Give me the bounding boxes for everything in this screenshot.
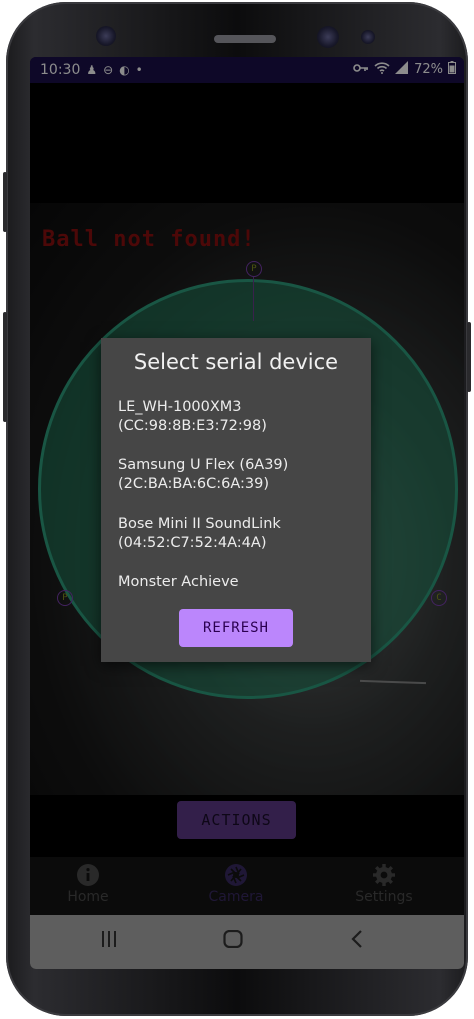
device-item[interactable]: Samsung U Flex (6A39) (2C:BA:BA:6C:6A:39… (118, 456, 288, 494)
screen: 10:30 ♟ ⊖ ◐ • 72% Ball not found! P P C … (30, 57, 464, 969)
device-address: (CC:98:8B:E3:72:98) (118, 418, 267, 434)
home-icon[interactable] (223, 929, 243, 954)
back-icon[interactable] (350, 929, 364, 954)
device-name: LE_WH-1000XM3 (118, 399, 242, 415)
proximity-sensor-icon (361, 30, 375, 44)
power-button (467, 322, 471, 392)
iris-sensor-icon (96, 26, 116, 46)
device-item[interactable]: Monster Achieve (118, 573, 239, 592)
device-item[interactable]: LE_WH-1000XM3 (CC:98:8B:E3:72:98) (118, 398, 267, 436)
bixby-button (3, 312, 7, 422)
device-name: Monster Achieve (118, 574, 239, 590)
front-camera-icon (317, 26, 339, 48)
device-item[interactable]: Bose Mini II SoundLink (04:52:C7:52:4A:4… (118, 515, 281, 553)
earpiece-speaker (214, 35, 276, 43)
recent-apps-icon[interactable] (100, 929, 118, 954)
device-name: Samsung U Flex (6A39) (118, 457, 289, 473)
device-address: (04:52:C7:52:4A:4A) (118, 535, 267, 551)
system-navigation-bar (30, 915, 464, 969)
refresh-button[interactable]: REFRESH (179, 609, 293, 647)
volume-button (3, 172, 7, 232)
serial-device-dialog: Select serial device LE_WH-1000XM3 (CC:9… (101, 338, 371, 662)
dialog-title: Select serial device (133, 350, 339, 374)
device-name: Bose Mini II SoundLink (118, 516, 281, 532)
device-address: (2C:BA:BA:6C:6A:39) (118, 476, 270, 492)
